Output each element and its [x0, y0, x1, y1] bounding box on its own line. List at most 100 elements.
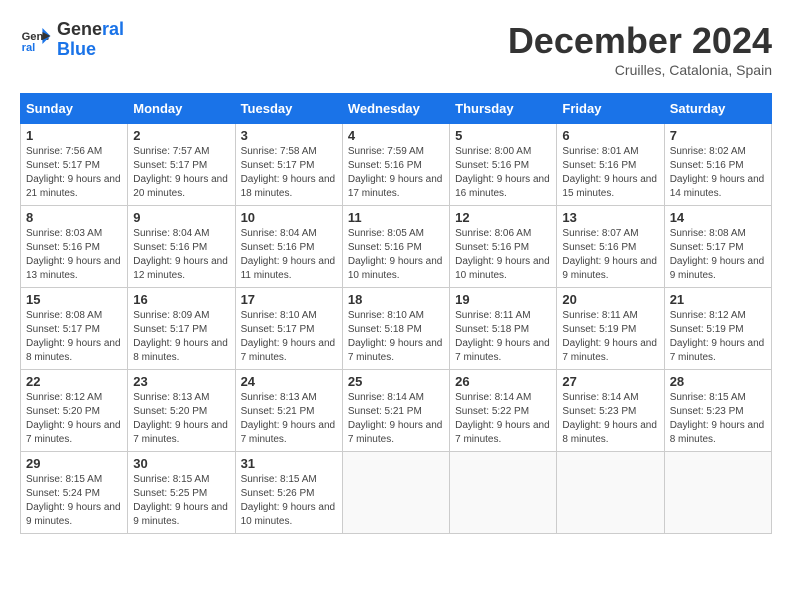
day-number: 15: [26, 292, 122, 307]
day-number: 11: [348, 210, 444, 225]
calendar-empty-cell: [557, 452, 664, 534]
day-number: 28: [670, 374, 766, 389]
calendar-day-cell: 7 Sunrise: 8:02 AMSunset: 5:16 PMDaylight…: [664, 124, 771, 206]
day-info: Sunrise: 8:02 AMSunset: 5:16 PMDaylight:…: [670, 145, 766, 201]
calendar-day-cell: 27 Sunrise: 8:14 AMSunset: 5:23 PMDayligh…: [557, 370, 664, 452]
day-number: 9: [133, 210, 229, 225]
calendar-day-cell: 28 Sunrise: 8:15 AMSunset: 5:23 PMDayligh…: [664, 370, 771, 452]
calendar-day-cell: 10Sunrise: 8:04 AMSunset: 5:16 PMDayligh…: [235, 206, 342, 288]
day-info: Sunrise: 8:00 AMSunset: 5:16 PMDaylight:…: [455, 145, 551, 201]
day-number: 31: [241, 456, 337, 471]
calendar-day-cell: 8 Sunrise: 8:03 AMSunset: 5:16 PMDaylight…: [21, 206, 128, 288]
day-info: Sunrise: 8:08 AMSunset: 5:17 PMDaylight:…: [670, 227, 766, 283]
day-number: 12: [455, 210, 551, 225]
day-info: Sunrise: 8:03 AMSunset: 5:16 PMDaylight:…: [26, 227, 122, 283]
day-number: 21: [670, 292, 766, 307]
day-info: Sunrise: 8:05 AMSunset: 5:16 PMDaylight:…: [348, 227, 444, 283]
calendar-day-cell: 23 Sunrise: 8:13 AMSunset: 5:20 PMDayligh…: [128, 370, 235, 452]
day-info: Sunrise: 8:10 AMSunset: 5:18 PMDaylight:…: [348, 309, 444, 365]
day-number: 13: [562, 210, 658, 225]
calendar-day-cell: 19Sunrise: 8:11 AMSunset: 5:18 PMDayligh…: [450, 288, 557, 370]
day-info: Sunrise: 8:15 AMSunset: 5:23 PMDaylight:…: [670, 391, 766, 447]
logo-icon: Gene ral: [20, 24, 52, 56]
day-info: Sunrise: 8:15 AMSunset: 5:25 PMDaylight:…: [133, 473, 229, 529]
logo: Gene ral GeneralBlue: [20, 20, 124, 60]
day-number: 27: [562, 374, 658, 389]
day-info: Sunrise: 8:14 AMSunset: 5:21 PMDaylight:…: [348, 391, 444, 447]
calendar-weekday-thursday: Thursday: [450, 94, 557, 124]
day-number: 24: [241, 374, 337, 389]
calendar-day-cell: 17 Sunrise: 8:10 AMSunset: 5:17 PMDayligh…: [235, 288, 342, 370]
calendar-weekday-monday: Monday: [128, 94, 235, 124]
calendar-day-cell: 22 Sunrise: 8:12 AMSunset: 5:20 PMDayligh…: [21, 370, 128, 452]
day-info: Sunrise: 8:01 AMSunset: 5:16 PMDaylight:…: [562, 145, 658, 201]
day-info: Sunrise: 8:08 AMSunset: 5:17 PMDaylight:…: [26, 309, 122, 365]
calendar-day-cell: 5Sunrise: 8:00 AMSunset: 5:16 PMDaylight…: [450, 124, 557, 206]
calendar-empty-cell: [664, 452, 771, 534]
day-number: 16: [133, 292, 229, 307]
calendar-empty-cell: [342, 452, 449, 534]
calendar-day-cell: 2 Sunrise: 7:57 AMSunset: 5:17 PMDaylight…: [128, 124, 235, 206]
calendar-day-cell: 31 Sunrise: 8:15 AMSunset: 5:26 PMDayligh…: [235, 452, 342, 534]
day-number: 30: [133, 456, 229, 471]
day-info: Sunrise: 8:12 AMSunset: 5:19 PMDaylight:…: [670, 309, 766, 365]
calendar-week-row: 22 Sunrise: 8:12 AMSunset: 5:20 PMDayligh…: [21, 370, 772, 452]
calendar-day-cell: 26 Sunrise: 8:14 AMSunset: 5:22 PMDayligh…: [450, 370, 557, 452]
calendar-day-cell: 20 Sunrise: 8:11 AMSunset: 5:19 PMDayligh…: [557, 288, 664, 370]
day-info: Sunrise: 7:58 AMSunset: 5:17 PMDaylight:…: [241, 145, 337, 201]
calendar-day-cell: 29Sunrise: 8:15 AMSunset: 5:24 PMDayligh…: [21, 452, 128, 534]
location-subtitle: Cruilles, Catalonia, Spain: [508, 62, 772, 78]
calendar-weekday-wednesday: Wednesday: [342, 94, 449, 124]
page-header: Gene ral GeneralBlue December 2024 Cruil…: [20, 20, 772, 78]
day-info: Sunrise: 8:14 AMSunset: 5:23 PMDaylight:…: [562, 391, 658, 447]
day-info: Sunrise: 8:13 AMSunset: 5:21 PMDaylight:…: [241, 391, 337, 447]
day-info: Sunrise: 8:11 AMSunset: 5:18 PMDaylight:…: [455, 309, 551, 365]
calendar-day-cell: 3Sunrise: 7:58 AMSunset: 5:17 PMDaylight…: [235, 124, 342, 206]
day-info: Sunrise: 8:13 AMSunset: 5:20 PMDaylight:…: [133, 391, 229, 447]
day-info: Sunrise: 8:10 AMSunset: 5:17 PMDaylight:…: [241, 309, 337, 365]
day-info: Sunrise: 8:12 AMSunset: 5:20 PMDaylight:…: [26, 391, 122, 447]
calendar-day-cell: 4Sunrise: 7:59 AMSunset: 5:16 PMDaylight…: [342, 124, 449, 206]
day-number: 14: [670, 210, 766, 225]
day-info: Sunrise: 8:04 AMSunset: 5:16 PMDaylight:…: [133, 227, 229, 283]
calendar-weekday-tuesday: Tuesday: [235, 94, 342, 124]
svg-text:ral: ral: [22, 42, 36, 54]
calendar-day-cell: 21 Sunrise: 8:12 AMSunset: 5:19 PMDayligh…: [664, 288, 771, 370]
day-info: Sunrise: 8:15 AMSunset: 5:26 PMDaylight:…: [241, 473, 337, 529]
calendar-day-cell: 25 Sunrise: 8:14 AMSunset: 5:21 PMDayligh…: [342, 370, 449, 452]
day-info: Sunrise: 7:57 AMSunset: 5:17 PMDaylight:…: [133, 145, 229, 201]
day-number: 1: [26, 128, 122, 143]
day-number: 7: [670, 128, 766, 143]
calendar-day-cell: 6Sunrise: 8:01 AMSunset: 5:16 PMDaylight…: [557, 124, 664, 206]
logo-text: GeneralBlue: [57, 20, 124, 60]
day-number: 23: [133, 374, 229, 389]
day-info: Sunrise: 8:15 AMSunset: 5:24 PMDaylight:…: [26, 473, 122, 529]
day-number: 17: [241, 292, 337, 307]
calendar-day-cell: 13 Sunrise: 8:07 AMSunset: 5:16 PMDayligh…: [557, 206, 664, 288]
calendar-day-cell: 14 Sunrise: 8:08 AMSunset: 5:17 PMDayligh…: [664, 206, 771, 288]
calendar-day-cell: 24 Sunrise: 8:13 AMSunset: 5:21 PMDayligh…: [235, 370, 342, 452]
day-info: Sunrise: 8:09 AMSunset: 5:17 PMDaylight:…: [133, 309, 229, 365]
day-number: 26: [455, 374, 551, 389]
day-number: 4: [348, 128, 444, 143]
day-info: Sunrise: 8:06 AMSunset: 5:16 PMDaylight:…: [455, 227, 551, 283]
day-number: 22: [26, 374, 122, 389]
title-area: December 2024 Cruilles, Catalonia, Spain: [508, 20, 772, 78]
day-number: 8: [26, 210, 122, 225]
calendar-weekday-friday: Friday: [557, 94, 664, 124]
day-info: Sunrise: 8:14 AMSunset: 5:22 PMDaylight:…: [455, 391, 551, 447]
day-info: Sunrise: 8:11 AMSunset: 5:19 PMDaylight:…: [562, 309, 658, 365]
calendar-day-cell: 18 Sunrise: 8:10 AMSunset: 5:18 PMDayligh…: [342, 288, 449, 370]
calendar-day-cell: 15 Sunrise: 8:08 AMSunset: 5:17 PMDayligh…: [21, 288, 128, 370]
day-number: 25: [348, 374, 444, 389]
day-info: Sunrise: 8:07 AMSunset: 5:16 PMDaylight:…: [562, 227, 658, 283]
day-number: 18: [348, 292, 444, 307]
day-info: Sunrise: 8:04 AMSunset: 5:16 PMDaylight:…: [241, 227, 337, 283]
calendar-week-row: 29Sunrise: 8:15 AMSunset: 5:24 PMDayligh…: [21, 452, 772, 534]
day-number: 2: [133, 128, 229, 143]
calendar-weekday-saturday: Saturday: [664, 94, 771, 124]
day-info: Sunrise: 7:56 AMSunset: 5:17 PMDaylight:…: [26, 145, 122, 201]
calendar-table: SundayMondayTuesdayWednesdayThursdayFrid…: [20, 93, 772, 534]
day-number: 20: [562, 292, 658, 307]
calendar-day-cell: 12 Sunrise: 8:06 AMSunset: 5:16 PMDayligh…: [450, 206, 557, 288]
